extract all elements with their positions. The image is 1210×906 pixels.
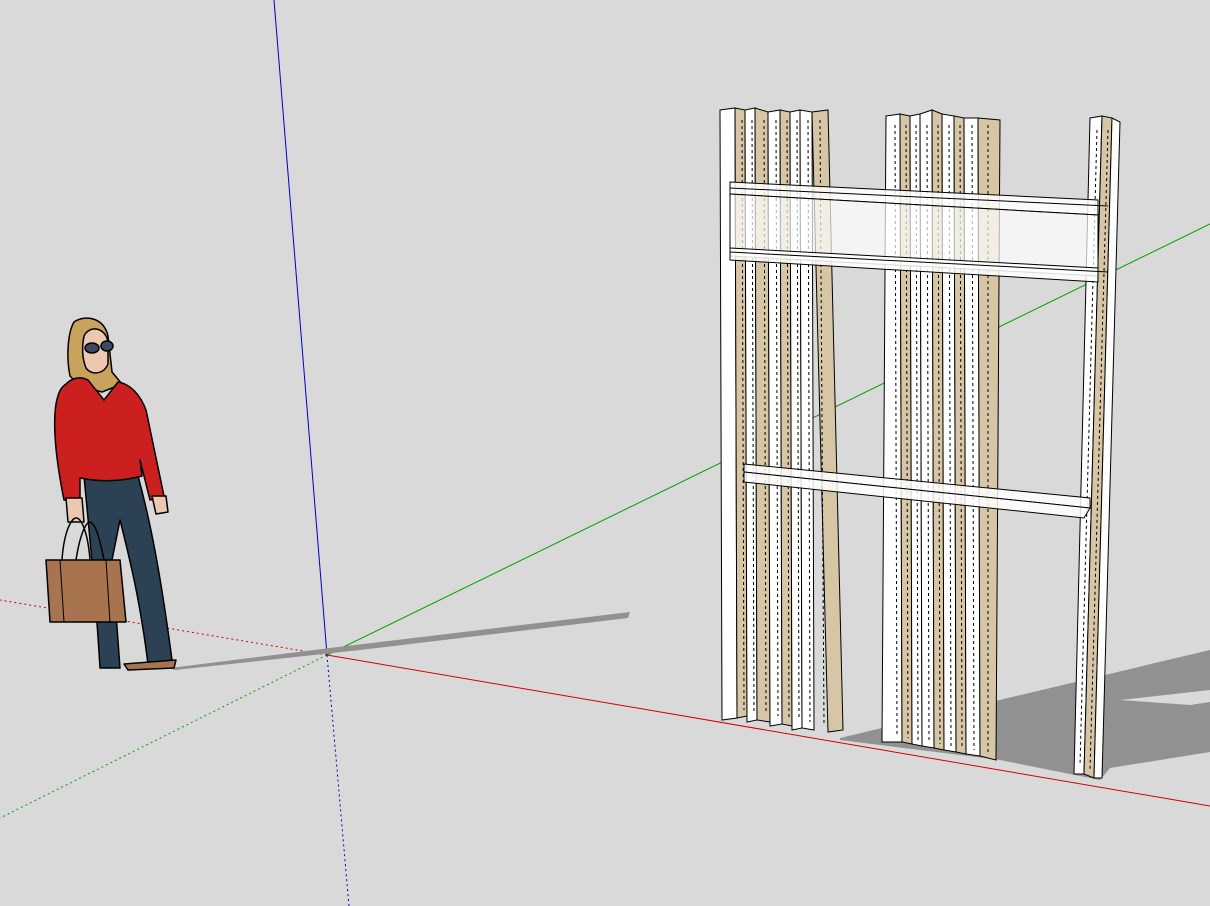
sketchup-viewport[interactable] [0, 0, 1210, 906]
3d-scene[interactable] [0, 0, 1210, 906]
viewport-background [0, 0, 1210, 906]
